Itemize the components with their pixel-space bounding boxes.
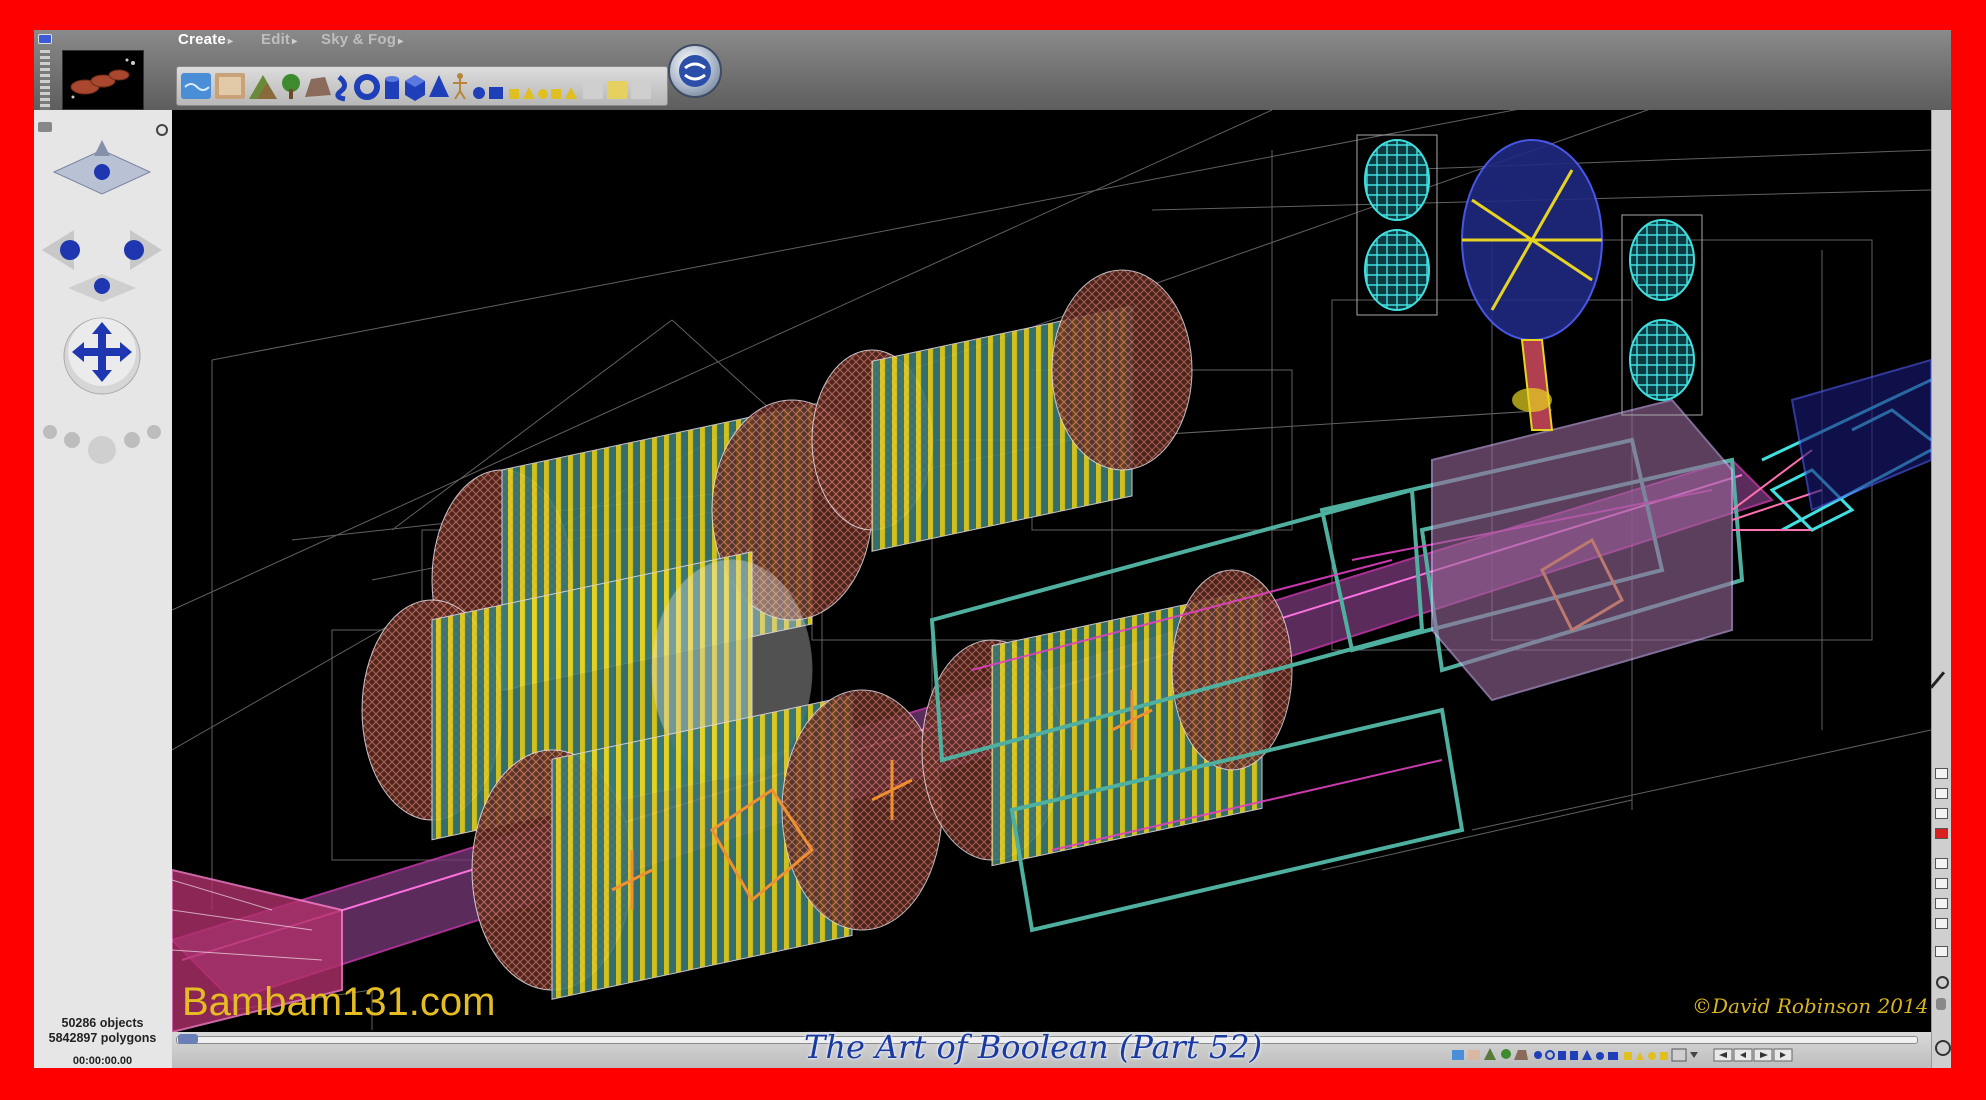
cylinder-icon[interactable] — [385, 76, 399, 99]
render-button[interactable] — [668, 44, 722, 98]
thumbnail-size-slider[interactable] — [40, 50, 50, 110]
menu-edit-label: Edit — [261, 31, 291, 48]
image-caption: The Art of Boolean (Part 52) — [804, 1028, 1263, 1066]
menu-edit[interactable]: Edit ▸ — [261, 31, 297, 48]
document-icon[interactable] — [1935, 788, 1948, 799]
polygon-count: 5842897 polygons — [48, 1031, 157, 1045]
primitive-shapes-icon[interactable] — [509, 87, 577, 99]
scene-thumbnail[interactable] — [62, 50, 144, 110]
terrain-icon[interactable] — [249, 75, 277, 99]
pen-icon[interactable] — [1929, 671, 1946, 689]
grid-icon[interactable] — [1935, 898, 1948, 909]
right-tool-strip — [1929, 110, 1951, 1068]
preset-views-control[interactable] — [43, 425, 161, 464]
application-window: Create ▸ Edit ▸ Sky & Fog ▸ 50286 object… — [34, 30, 1951, 1068]
text-icon[interactable] — [1935, 878, 1948, 889]
object-count: 50286 objects — [61, 1016, 144, 1030]
list-icon[interactable] — [1935, 858, 1948, 869]
torus-knot-icon[interactable] — [335, 75, 347, 102]
ground-icon[interactable] — [215, 73, 245, 99]
time-readout: 00:00:00.00 — [72, 1055, 133, 1067]
camera-controls-panel: 50286 objects 5842897 polygons 00:00:00.… — [34, 110, 171, 1068]
cube-view-icon[interactable] — [1935, 946, 1948, 957]
trackball-control[interactable] — [63, 317, 141, 395]
top-toolbar: Create ▸ Edit ▸ Sky & Fog ▸ — [34, 30, 1951, 110]
timeline-scrubber[interactable] — [178, 1034, 198, 1044]
plane-icon[interactable] — [489, 87, 503, 99]
record-icon[interactable] — [1935, 828, 1948, 839]
create-objects-toolbar — [176, 66, 668, 106]
window-control-icon[interactable] — [38, 34, 52, 44]
chevron-right-icon: ▸ — [227, 36, 234, 47]
chevron-right-icon: ▸ — [398, 36, 404, 47]
menu-create[interactable]: Create ▸ — [178, 31, 233, 48]
3d-viewport[interactable]: Bambam131.com ©David Robinson 2014 — [172, 110, 1931, 1032]
layers-icon[interactable] — [1935, 808, 1948, 819]
render-sphere-icon — [679, 55, 711, 87]
panel-icon[interactable] — [1935, 918, 1948, 929]
torus-icon[interactable] — [354, 74, 380, 100]
text-object-icon[interactable] — [583, 81, 651, 99]
wireframe-scene — [172, 110, 1931, 1032]
zoom-icon[interactable] — [1936, 976, 1949, 989]
tray-object-icons[interactable] — [1452, 1048, 1698, 1062]
render-settings-icon[interactable] — [1935, 768, 1948, 779]
water-icon[interactable] — [181, 73, 211, 99]
menu-sky-fog[interactable]: Sky & Fog ▸ — [321, 31, 403, 48]
navigate-icon[interactable] — [1935, 1040, 1951, 1056]
object-tray — [1452, 1048, 1793, 1062]
playback-controls[interactable] — [1713, 1048, 1793, 1062]
pyramid-icon[interactable] — [429, 75, 449, 97]
copyright-signature: ©David Robinson 2014 — [1692, 994, 1929, 1018]
cube-icon[interactable] — [405, 75, 425, 101]
camera-preview-control[interactable] — [52, 140, 152, 195]
move-xz-control[interactable] — [42, 230, 162, 270]
figure-icon[interactable] — [453, 73, 467, 100]
plant-icon[interactable] — [282, 74, 300, 99]
watermark-text: Bambam131.com — [182, 980, 496, 1024]
menu-create-label: Create — [178, 31, 226, 48]
chevron-right-icon: ▸ — [292, 36, 298, 47]
menu-sky-fog-label: Sky & Fog — [321, 31, 397, 48]
rock-icon[interactable] — [305, 77, 331, 97]
move-y-control[interactable] — [68, 274, 136, 302]
sphere-icon[interactable] — [473, 87, 485, 99]
hand-icon[interactable] — [1936, 998, 1946, 1010]
